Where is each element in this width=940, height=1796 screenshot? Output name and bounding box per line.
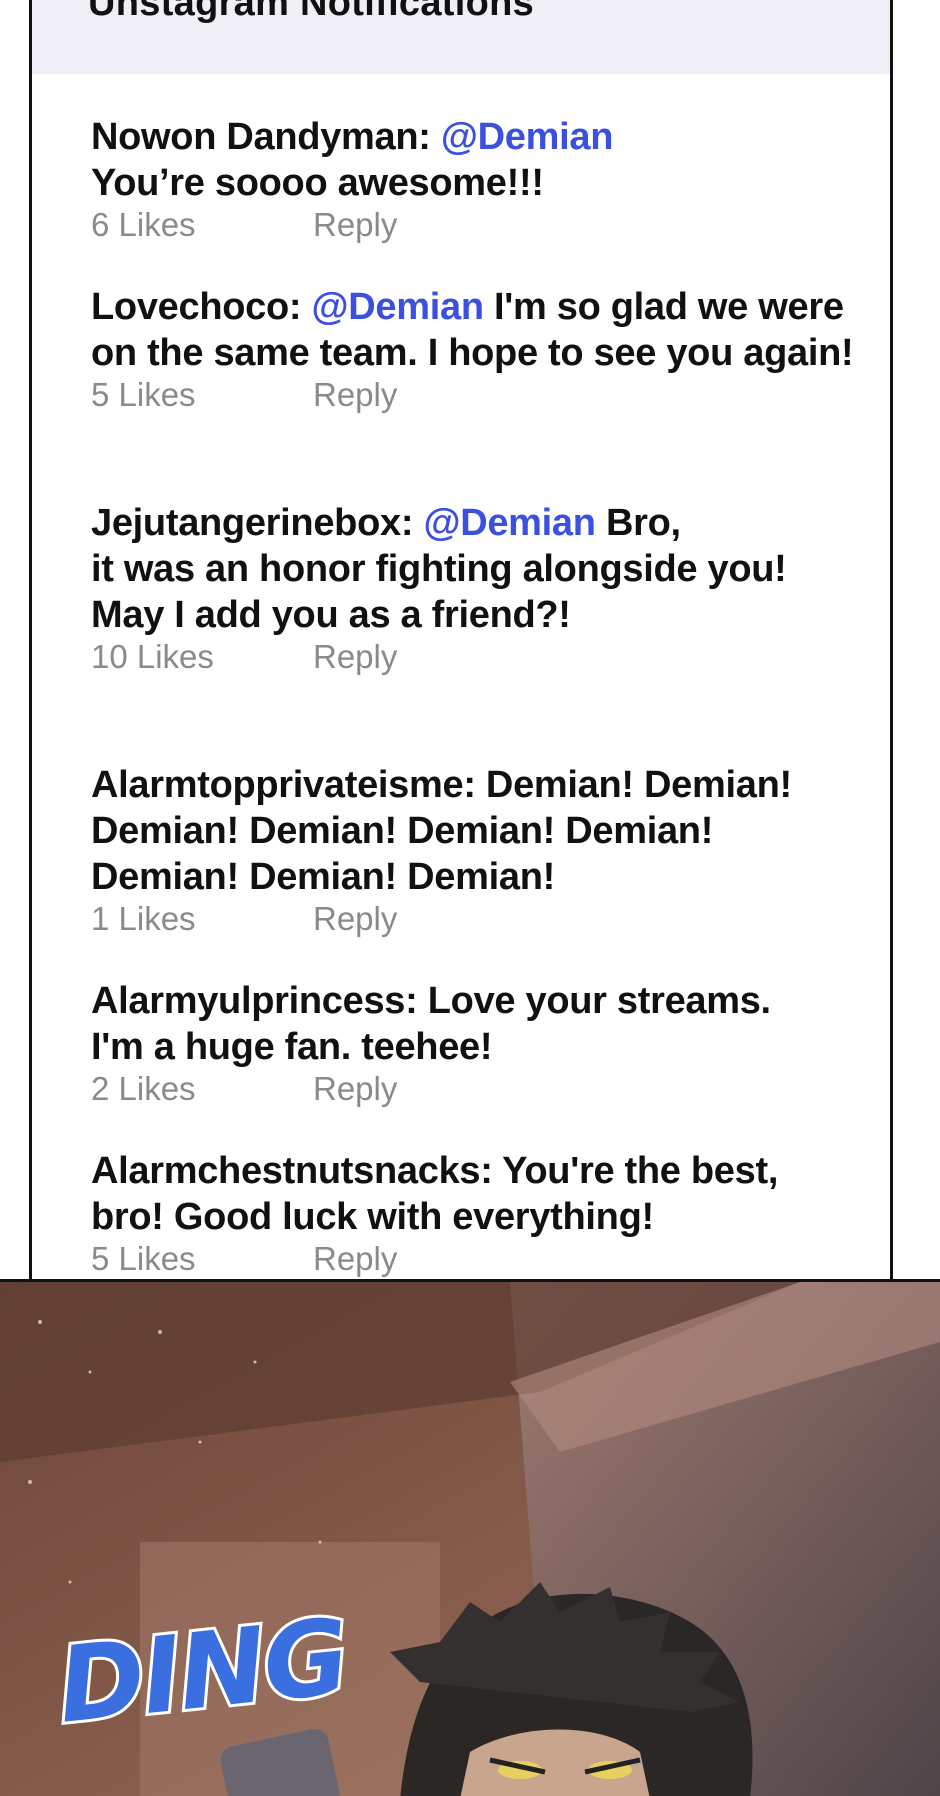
comment-item: Lovechoco: @Demian I'm so glad we were o… <box>91 284 891 418</box>
comment-text-rest: it was an honor fighting alongside you! … <box>91 548 787 636</box>
comment-meta: 2 Likes Reply <box>91 1070 891 1112</box>
comment-text: Alarmyulprincess: Love your streams. I'm… <box>91 978 891 1070</box>
comment-text: Alarmtopprivateisme: Demian! Demian! Dem… <box>91 716 891 900</box>
likes-count[interactable]: 2 Likes <box>91 1070 196 1108</box>
comment-text-first: Love your streams. <box>417 980 771 1022</box>
comment-text-rest: bro! Good luck with everything! <box>91 1196 654 1238</box>
comment-meta: 10 Likes Reply <box>91 638 891 680</box>
comment-meta: 1 Likes Reply <box>91 900 891 942</box>
panel-title: Unstagram Notifications <box>88 0 535 24</box>
notification-panel: Unstagram Notifications Nowon Dandyman: … <box>29 0 893 1316</box>
comment-text-first: Demian! Demian! <box>475 764 792 806</box>
comic-scene: DING <box>0 1279 940 1796</box>
panel-header: Unstagram Notifications <box>32 0 890 74</box>
reply-button[interactable]: Reply <box>313 206 397 244</box>
comment-username: Alarmyulprincess: <box>91 980 418 1022</box>
comment-username: Alarmtopprivateisme: <box>91 764 476 806</box>
reply-button[interactable]: Reply <box>313 1070 397 1108</box>
reply-button[interactable]: Reply <box>313 376 397 414</box>
comment-username: Alarmchestnutsnacks: <box>91 1150 493 1192</box>
comment-text-first: I'm so glad we were <box>483 286 844 328</box>
comment-meta: 6 Likes Reply <box>91 206 891 248</box>
comment-text: Alarmchestnutsnacks: You're the best, br… <box>91 1148 891 1240</box>
likes-count[interactable]: 5 Likes <box>91 1240 196 1278</box>
likes-count[interactable]: 10 Likes <box>91 638 214 676</box>
mention-link[interactable]: @Demian <box>441 116 614 158</box>
comment-item: Nowon Dandyman: @Demian You’re soooo awe… <box>91 114 891 248</box>
comment-meta: 5 Likes Reply <box>91 376 891 418</box>
comment-meta: 5 Likes Reply <box>91 1240 891 1282</box>
likes-count[interactable]: 6 Likes <box>91 206 196 244</box>
likes-count[interactable]: 1 Likes <box>91 900 196 938</box>
comment-text: Nowon Dandyman: @Demian You’re soooo awe… <box>91 114 891 206</box>
comment-item: Jejutangerinebox: @Demian Bro, it was an… <box>91 454 891 680</box>
comment-list: Nowon Dandyman: @Demian You’re soooo awe… <box>91 114 891 1318</box>
mention-link[interactable]: @Demian <box>423 502 596 544</box>
comment-item: Alarmchestnutsnacks: You're the best, br… <box>91 1148 891 1282</box>
comment-username: Nowon Dandyman: <box>91 116 431 158</box>
comment-text-rest: I'm a huge fan. teehee! <box>91 1026 493 1068</box>
likes-count[interactable]: 5 Likes <box>91 376 196 414</box>
comment-text-rest: Demian! Demian! Demian! Demian! Demian! … <box>91 810 714 898</box>
comment-text-rest: on the same team. I hope to see you agai… <box>91 332 854 374</box>
reply-button[interactable]: Reply <box>313 900 397 938</box>
comment-item: Alarmyulprincess: Love your streams. I'm… <box>91 978 891 1112</box>
comment-text: Lovechoco: @Demian I'm so glad we were o… <box>91 284 891 376</box>
comment-item: Alarmtopprivateisme: Demian! Demian! Dem… <box>91 716 891 942</box>
comment-text-rest: You’re soooo awesome!!! <box>91 162 544 204</box>
reply-button[interactable]: Reply <box>313 638 397 676</box>
comment-text: Jejutangerinebox: @Demian Bro, it was an… <box>91 454 891 638</box>
comment-username: Lovechoco: <box>91 286 302 328</box>
comment-text-first: Bro, <box>595 502 681 544</box>
comment-username: Jejutangerinebox: <box>91 502 414 544</box>
comment-text-first: You're the best, <box>492 1150 779 1192</box>
reply-button[interactable]: Reply <box>313 1240 397 1278</box>
mention-link[interactable]: @Demian <box>312 286 485 328</box>
